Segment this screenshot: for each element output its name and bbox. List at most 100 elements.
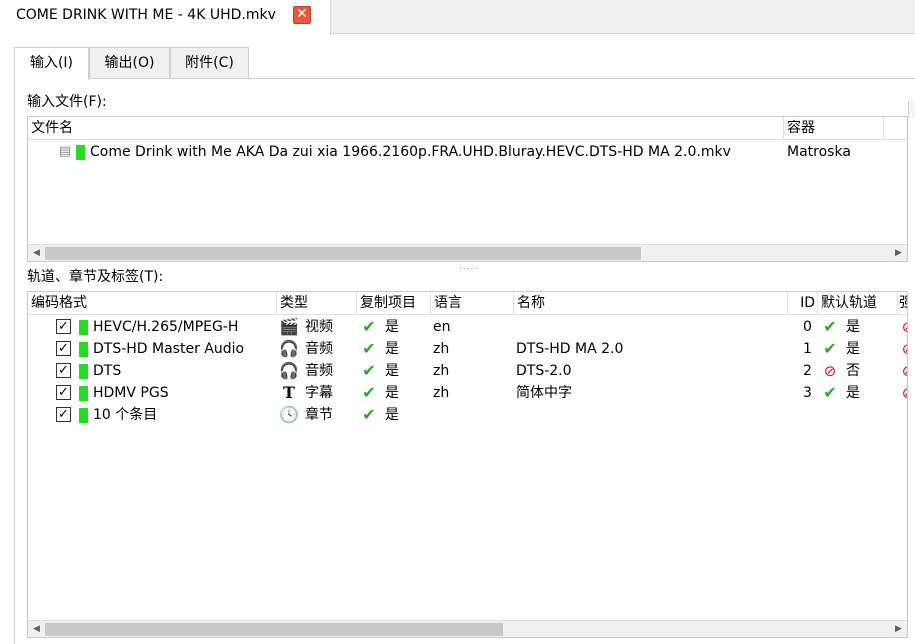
column-header-name[interactable]: 名称 (514, 292, 788, 315)
track-language: zh (433, 341, 450, 357)
document-tab[interactable]: COME DRINK WITH ME - 4K UHD.mkv ✕ (0, 0, 331, 35)
column-header-default[interactable]: 默认轨道 (818, 292, 898, 315)
tab-output[interactable]: 输出(O) (89, 47, 170, 79)
close-icon[interactable]: ✕ (293, 6, 311, 24)
track-name: DTS-2.0 (516, 363, 572, 379)
file-icon: ▤ (58, 144, 72, 159)
check-icon: ✔ (823, 339, 837, 358)
document-tab-title: COME DRINK WITH ME - 4K UHD.mkv (16, 7, 276, 23)
track-language: zh (433, 363, 450, 379)
track-checkbox[interactable]: ✓ (56, 385, 71, 400)
no-entry-icon: ⊘ (823, 362, 837, 380)
column-header-codec[interactable]: 编码格式 (28, 292, 277, 315)
column-header-id[interactable]: ID (788, 292, 818, 315)
track-checkbox[interactable]: ✓ (56, 407, 71, 422)
track-name: DTS-HD MA 2.0 (516, 341, 624, 357)
track-id: 0 (803, 319, 812, 335)
no-entry-icon: ⊘ (898, 317, 907, 337)
column-header-filename[interactable]: 文件名 (28, 117, 784, 140)
tracks-label: 轨道、章节及标签(T): (27, 269, 164, 285)
tab-input[interactable]: 输入(I) (14, 47, 89, 80)
film-icon: 🎬 (279, 317, 299, 336)
column-header-container[interactable]: 容器 (784, 117, 884, 140)
track-type: 音频 (305, 341, 333, 357)
tracks-hscrollbar[interactable]: ◀ ▶ (28, 620, 907, 637)
tracks-header: 编码格式 类型 复制项目 语言 名称 ID 默认轨道 强 (28, 292, 907, 315)
headphones-icon: 🎧 (279, 361, 299, 380)
track-indicator (79, 364, 88, 379)
input-files-header: 文件名 容器 (28, 117, 907, 140)
scroll-right-icon[interactable]: ▶ (890, 245, 907, 261)
track-type: 音频 (305, 363, 333, 379)
track-row[interactable]: ✓ 10 个条目 🕓 章节 ✔ 是 (28, 404, 907, 426)
track-checkbox[interactable]: ✓ (56, 363, 71, 378)
track-default: 是 (846, 319, 860, 335)
track-codec: 10 个条目 (93, 407, 158, 423)
check-icon: ✔ (823, 383, 837, 402)
track-default: 是 (846, 385, 860, 401)
check-icon: ✔ (823, 317, 837, 336)
track-id: 2 (803, 363, 812, 379)
track-id: 3 (803, 385, 812, 401)
track-indicator (79, 342, 88, 357)
track-checkbox[interactable]: ✓ (56, 341, 71, 356)
track-copy: 是 (385, 341, 399, 357)
track-checkbox[interactable]: ✓ (56, 319, 71, 334)
column-header-type[interactable]: 类型 (277, 292, 357, 315)
scroll-thumb[interactable] (45, 623, 503, 636)
input-files-hscrollbar[interactable]: ◀ ▶ (28, 244, 907, 261)
track-copy: 是 (385, 407, 399, 423)
scroll-left-icon[interactable]: ◀ (28, 245, 45, 261)
input-files-label: 输入文件(F): (27, 94, 107, 110)
scroll-left-icon[interactable]: ◀ (28, 621, 45, 637)
check-icon: ✔ (362, 383, 376, 402)
track-codec: HDMV PGS (93, 385, 169, 401)
text-icon: T (283, 383, 295, 402)
scroll-thumb[interactable] (45, 247, 641, 260)
check-icon: ✔ (362, 339, 376, 358)
check-icon: ✔ (362, 405, 376, 424)
tab-attachments[interactable]: 附件(C) (170, 47, 249, 79)
track-indicator (79, 408, 88, 423)
file-container: Matroska (787, 144, 851, 160)
no-entry-icon: ⊘ (898, 383, 907, 403)
track-language: zh (433, 385, 450, 401)
check-icon: ✔ (362, 361, 376, 380)
track-default: 否 (846, 363, 860, 379)
scroll-right-icon[interactable]: ▶ (890, 621, 907, 637)
track-row[interactable]: ✓ HDMV PGS T 字幕 ✔ 是 zh 简体中字 3 ✔ 是 ⊘ (28, 382, 907, 404)
no-entry-icon: ⊘ (898, 339, 907, 359)
splitter-handle[interactable]: ..... (459, 262, 478, 272)
headphones-icon: 🎧 (279, 339, 299, 358)
track-type: 视频 (305, 319, 333, 335)
input-file-row[interactable]: ▤ Come Drink with Me AKA Da zui xia 1966… (28, 141, 907, 163)
column-header-forced[interactable]: 强 (898, 292, 907, 315)
track-language: en (433, 319, 451, 335)
column-header-extra[interactable] (884, 117, 907, 140)
file-status-indicator (76, 145, 85, 160)
track-codec: HEVC/H.265/MPEG-H (93, 319, 239, 335)
track-row[interactable]: ✓ HEVC/H.265/MPEG-H 🎬 视频 ✔ 是 en 0 ✔ 是 ⊘ (28, 316, 907, 338)
file-name: Come Drink with Me AKA Da zui xia 1966.2… (90, 144, 731, 160)
track-name: 简体中字 (516, 385, 572, 401)
track-type: 字幕 (305, 385, 333, 401)
tracks-table[interactable]: 编码格式 类型 复制项目 语言 名称 ID 默认轨道 强 ✓ HEVC/H.26… (27, 291, 908, 638)
column-header-copy[interactable]: 复制项目 (357, 292, 431, 315)
track-row[interactable]: ✓ DTS-HD Master Audio 🎧 音频 ✔ 是 zh DTS-HD… (28, 338, 907, 360)
track-indicator (79, 320, 88, 335)
track-copy: 是 (385, 363, 399, 379)
track-id: 1 (803, 341, 812, 357)
track-type: 章节 (305, 407, 333, 423)
track-copy: 是 (385, 385, 399, 401)
track-codec: DTS (93, 363, 122, 379)
input-files-table[interactable]: 文件名 容器 ▤ Come Drink with Me AKA Da zui x… (27, 116, 908, 262)
track-copy: 是 (385, 319, 399, 335)
check-icon: ✔ (362, 317, 376, 336)
track-row[interactable]: ✓ DTS 🎧 音频 ✔ 是 zh DTS-2.0 2 ⊘ 否 ⊘ (28, 360, 907, 382)
column-header-language[interactable]: 语言 (431, 292, 514, 315)
track-default: 是 (846, 341, 860, 357)
track-codec: DTS-HD Master Audio (93, 341, 245, 357)
panel-edge (908, 101, 915, 118)
no-entry-icon: ⊘ (898, 361, 907, 381)
clock-icon: 🕓 (279, 405, 299, 424)
